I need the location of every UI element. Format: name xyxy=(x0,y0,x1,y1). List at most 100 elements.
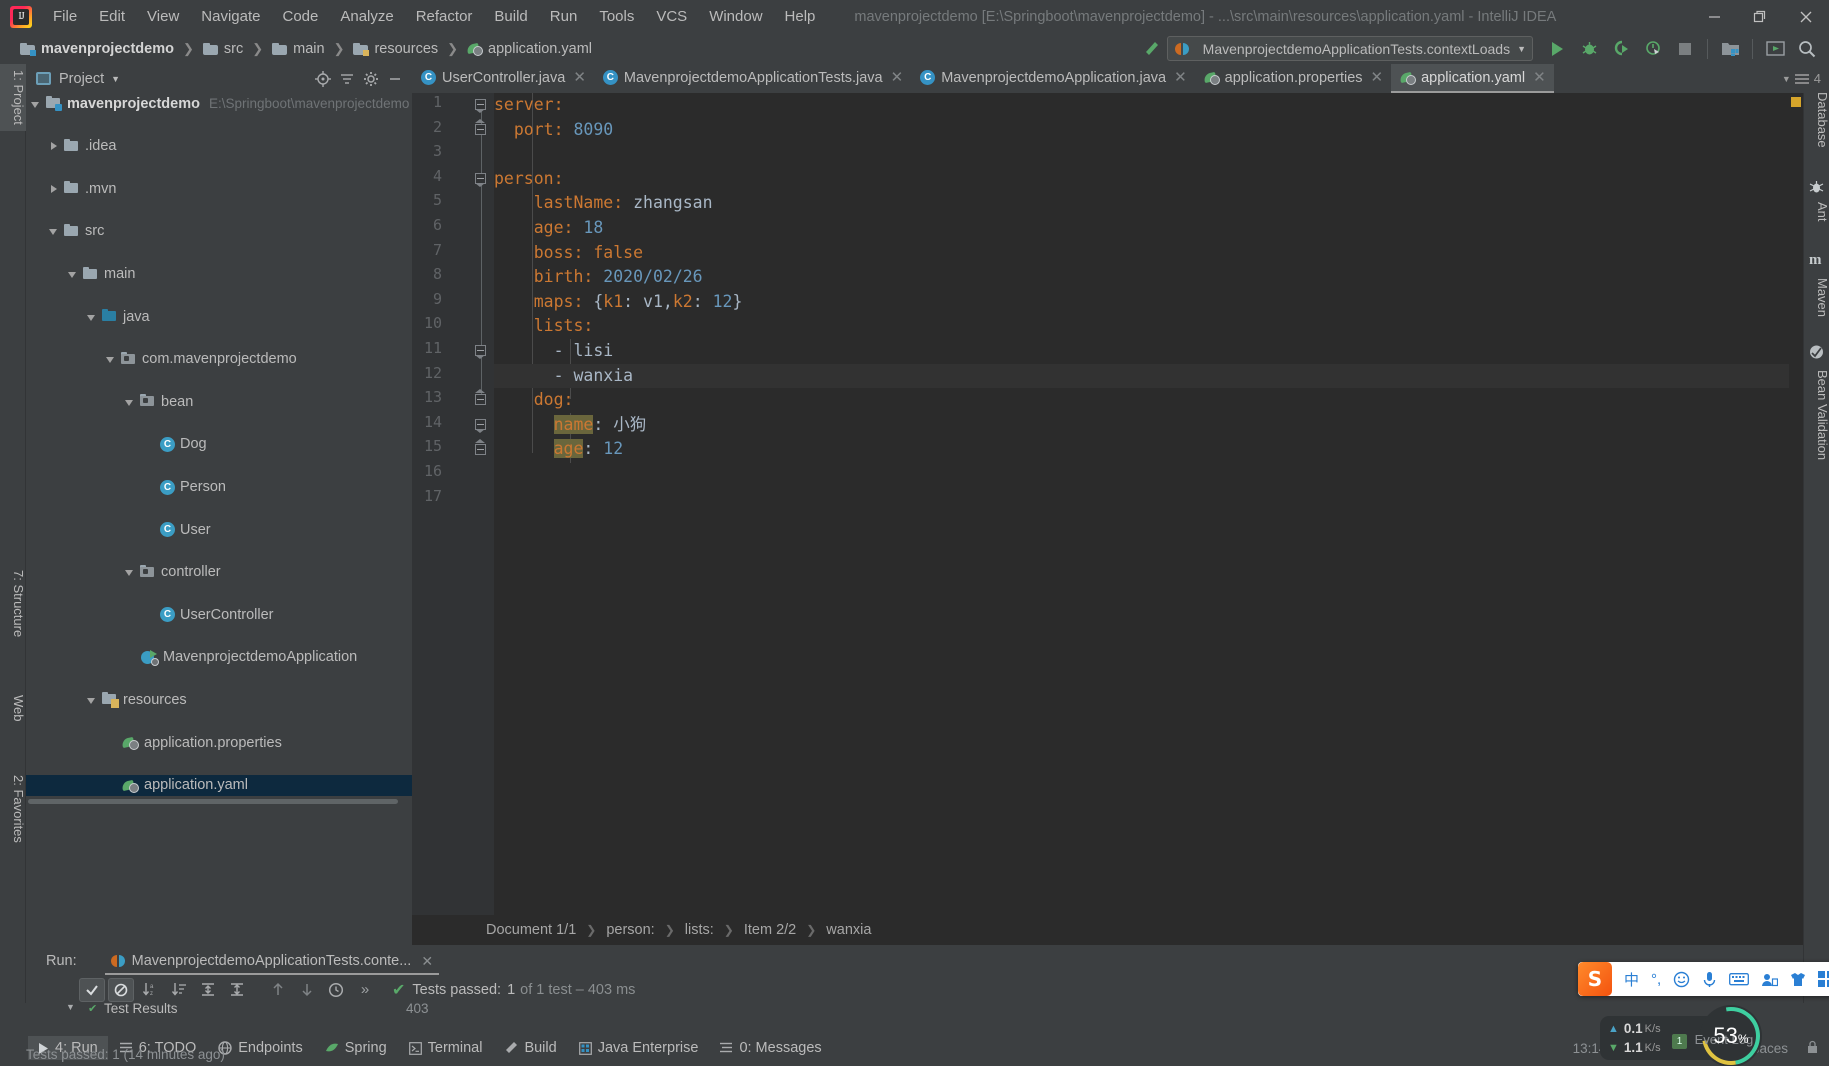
editor-tabs-overflow[interactable]: ▼ 4 xyxy=(1782,64,1829,93)
editor-gutter[interactable]: 1 2 3 4 5 6 7 8 9 10 11 12 13 14 15 16 1… xyxy=(412,93,494,915)
code-line[interactable]: name: 小狗 xyxy=(494,413,1803,438)
ime-language-mode[interactable]: 中 xyxy=(1624,969,1639,990)
toolwindow-tab-bean-validation[interactable]: Bean Validation xyxy=(1804,364,1829,466)
menu-navigate[interactable]: Navigate xyxy=(190,4,271,30)
fold-marker-lists-end[interactable] xyxy=(474,389,488,407)
maximize-restore-button[interactable] xyxy=(1737,0,1783,33)
hide-ignored-tests-icon[interactable] xyxy=(108,977,134,1002)
chevron-down-icon[interactable] xyxy=(67,268,79,280)
fold-marker-dog[interactable] xyxy=(474,418,488,433)
search-everywhere-icon[interactable] xyxy=(1791,36,1823,62)
tree-row-src[interactable]: src xyxy=(26,221,412,242)
lock-icon[interactable] xyxy=(1806,1040,1819,1057)
tree-row-user[interactable]: C User xyxy=(26,519,412,540)
user-account-icon[interactable] xyxy=(1761,972,1779,987)
chevron-down-icon[interactable]: ▼ xyxy=(66,1002,75,1012)
statusbar-button-spring[interactable]: Spring xyxy=(315,1036,397,1060)
run-with-coverage-button[interactable] xyxy=(1605,36,1637,62)
tree-row-dog[interactable]: C Dog xyxy=(26,434,412,455)
prev-failed-test-icon[interactable] xyxy=(265,978,291,1002)
chevron-down-icon[interactable]: ▼ xyxy=(1517,44,1526,54)
fold-marker-server-end[interactable] xyxy=(474,118,488,137)
chevron-down-icon[interactable] xyxy=(48,225,60,237)
close-icon[interactable]: ✕ xyxy=(891,70,904,85)
editor-tab-mavenprojectdemoapplicationtests[interactable]: C MavenprojectdemoApplicationTests.java … xyxy=(594,64,911,93)
chevron-right-icon[interactable] xyxy=(48,183,60,195)
tree-row-application-yaml[interactable]: application.yaml xyxy=(26,774,412,796)
breadcrumb-person[interactable]: person: xyxy=(602,920,658,940)
code-line[interactable]: - lisi xyxy=(494,339,1803,364)
code-line[interactable] xyxy=(494,462,1803,487)
editor-text-area[interactable]: server: port: 8090 person: lastName: zha… xyxy=(494,93,1803,915)
expand-all-icon[interactable] xyxy=(195,978,221,1002)
menu-tools[interactable]: Tools xyxy=(588,4,645,30)
menu-vcs[interactable]: VCS xyxy=(645,4,698,30)
updates-icon[interactable] xyxy=(1759,36,1791,62)
locate-icon[interactable] xyxy=(312,68,334,90)
run-tab-active[interactable]: MavenprojectdemoApplicationTests.conte..… xyxy=(104,950,440,975)
code-line[interactable]: dog: xyxy=(494,388,1803,413)
toolwindow-tab-structure[interactable]: 7: Structure xyxy=(0,564,26,643)
statusbar-button-terminal[interactable]: Terminal xyxy=(399,1036,493,1060)
statusbar-button-messages[interactable]: 0: Messages xyxy=(710,1036,831,1060)
navbar-crumb-src[interactable]: src xyxy=(199,39,247,59)
tree-row-controller[interactable]: controller xyxy=(26,562,412,583)
chevron-down-icon[interactable] xyxy=(86,311,98,323)
run-button[interactable] xyxy=(1541,36,1573,62)
menu-window[interactable]: Window xyxy=(698,4,773,30)
test-history-icon[interactable] xyxy=(323,978,349,1002)
code-editor[interactable]: 1 2 3 4 5 6 7 8 9 10 11 12 13 14 15 16 1… xyxy=(412,93,1803,915)
fold-marker-lists[interactable] xyxy=(474,344,488,359)
sogou-logo-icon[interactable]: S xyxy=(1578,962,1612,996)
code-line[interactable]: age: 18 xyxy=(494,216,1803,241)
toolwindow-tab-project[interactable]: 1: Project xyxy=(0,64,26,131)
chevron-down-icon[interactable] xyxy=(86,694,98,706)
test-results-tree[interactable]: ▼ ✔ Test Results 403 xyxy=(26,1001,826,1019)
tree-row-idea[interactable]: .idea xyxy=(26,136,412,157)
menu-code[interactable]: Code xyxy=(271,4,329,30)
toolwindow-tab-maven[interactable]: Maven xyxy=(1804,272,1829,323)
build-hammer-icon[interactable] xyxy=(1135,36,1167,62)
menu-help[interactable]: Help xyxy=(774,4,827,30)
code-line[interactable]: port: 8090 xyxy=(494,118,1803,143)
statusbar-button-java-enterprise[interactable]: Java Enterprise xyxy=(569,1036,709,1060)
tree-row-mvn[interactable]: .mvn xyxy=(26,178,412,199)
chevron-down-icon[interactable] xyxy=(124,566,136,578)
toolwindow-tab-favorites[interactable]: 2: Favorites xyxy=(0,769,26,849)
editor-tab-usercontroller[interactable]: C UserController.java ✕ xyxy=(412,64,594,93)
menu-analyze[interactable]: Analyze xyxy=(329,4,404,30)
editor-tab-application-yaml[interactable]: application.yaml ✕ xyxy=(1391,64,1554,93)
code-line[interactable]: person: xyxy=(494,167,1803,192)
navbar-crumb-file[interactable]: application.yaml xyxy=(463,39,596,59)
code-line[interactable]: server: xyxy=(494,93,1803,118)
code-line[interactable]: maps: {k1: v1,k2: 12} xyxy=(494,290,1803,315)
breadcrumb-item[interactable]: Item 2/2 xyxy=(740,920,800,940)
menu-file[interactable]: File xyxy=(42,4,88,30)
apps-grid-icon[interactable] xyxy=(1818,971,1829,987)
settings-gear-icon[interactable] xyxy=(360,68,382,90)
chevron-down-icon[interactable] xyxy=(124,396,136,408)
collapse-all-icon[interactable] xyxy=(224,978,250,1002)
menu-edit[interactable]: Edit xyxy=(88,4,136,30)
code-line[interactable]: boss: false xyxy=(494,241,1803,266)
close-icon[interactable]: ✕ xyxy=(1174,70,1187,85)
sort-by-duration-icon[interactable] xyxy=(166,978,192,1002)
code-line[interactable]: lists: xyxy=(494,314,1803,339)
project-tree-horizontal-scrollbar[interactable] xyxy=(26,797,412,806)
chevron-down-icon[interactable]: ▼ xyxy=(1782,74,1791,84)
minimize-button[interactable] xyxy=(1691,0,1737,33)
warning-marker[interactable] xyxy=(1791,97,1801,107)
close-icon[interactable]: ✕ xyxy=(1533,70,1546,85)
collapse-all-icon[interactable] xyxy=(336,68,358,90)
menu-refactor[interactable]: Refactor xyxy=(405,4,484,30)
project-tree[interactable]: mavenprojectdemo E:\Springboot\mavenproj… xyxy=(26,93,412,797)
sogou-ime-toolbar[interactable]: S 中 °, xyxy=(1578,962,1829,996)
breadcrumb-document[interactable]: Document 1/1 xyxy=(482,920,580,940)
navbar-crumb-main[interactable]: main xyxy=(268,39,328,59)
chevron-down-icon[interactable] xyxy=(105,353,117,365)
editor-scrollbar[interactable] xyxy=(1789,93,1803,915)
next-failed-test-icon[interactable] xyxy=(294,978,320,1002)
tree-row-java-main[interactable]: java xyxy=(26,306,412,327)
navbar-crumb-project[interactable]: mavenprojectdemo xyxy=(16,39,178,59)
menu-build[interactable]: Build xyxy=(483,4,538,30)
